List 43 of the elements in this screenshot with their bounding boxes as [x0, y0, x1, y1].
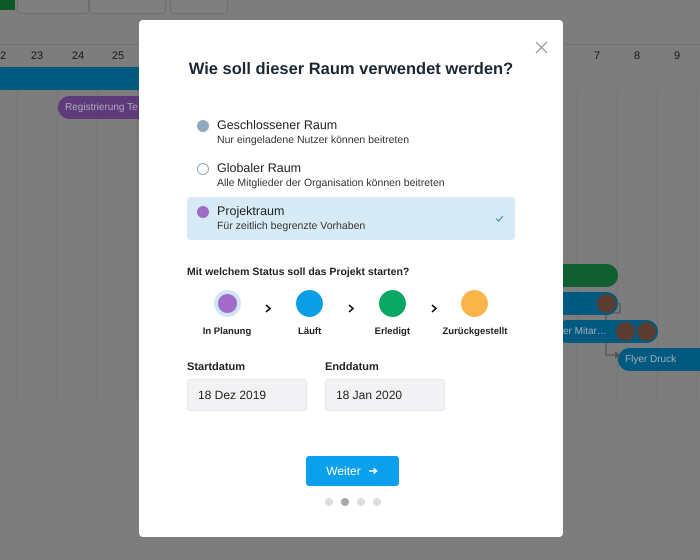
day-number: 23 [30, 50, 44, 62]
day-number: 8 [632, 50, 642, 62]
task-label: Flyer Druck [625, 354, 678, 365]
day-number: 25 [110, 50, 126, 62]
room-option[interactable]: Projektraum Für zeitlich begrenzte Vorhaben [187, 197, 515, 240]
arrow-right-icon [368, 467, 378, 475]
day-number: 9 [672, 50, 682, 62]
day-number: 2 [0, 50, 8, 62]
status-option[interactable]: Erledigt [356, 290, 428, 337]
field-label: Startdatum [187, 361, 246, 373]
status-option[interactable]: Zurückgestellt [438, 290, 511, 337]
day-number: 24 [70, 50, 86, 62]
step-dot[interactable] [341, 498, 349, 506]
status-question: Mit welchem Status soll das Projekt starten? [187, 266, 410, 278]
task-label: Registrierung Te [65, 102, 139, 113]
room-option[interactable]: Geschlossener Raum Nur eingeladene Nutzer können beitreten [187, 111, 515, 154]
task-label: er Mitar… [563, 326, 608, 337]
end-date-field[interactable]: 18 Jan 2020 [325, 379, 445, 411]
avatar-icon [637, 322, 656, 341]
room-option[interactable]: Globaler Raum Alle Mitglieder der Organisation können beitreten [187, 154, 515, 197]
avatar-icon [597, 294, 616, 313]
dialog-title: Wie soll dieser Raum verwendet werden? [188, 60, 514, 79]
option-title: Geschlossener Raum [217, 118, 338, 132]
option-description: Für zeitlich begrenzte Vorhaben [217, 220, 366, 232]
chevron-icon [430, 304, 437, 313]
step-dot[interactable] [325, 498, 333, 506]
status-option[interactable]: Läuft [274, 290, 346, 337]
chevron-icon [348, 304, 354, 313]
option-description: Nur eingeladene Nutzer können beitreten [217, 134, 410, 146]
day-number: 7 [592, 50, 602, 62]
chevron-icon [265, 304, 272, 313]
status-option[interactable]: In Planung [191, 290, 263, 337]
option-title: Projektraum [217, 204, 286, 218]
start-date-field[interactable]: 18 Dez 2019 [187, 379, 307, 411]
avatar-icon [616, 322, 635, 341]
active-tab-marker [0, 0, 15, 10]
field-label: Enddatum [325, 361, 380, 373]
step-dot[interactable] [373, 498, 381, 506]
step-dot[interactable] [357, 498, 365, 506]
option-title: Globaler Raum [217, 161, 302, 175]
option-description: Alle Mitglieder der Organisation können beitreten [217, 177, 446, 189]
close-icon[interactable] [535, 41, 548, 54]
check-icon [495, 214, 504, 222]
